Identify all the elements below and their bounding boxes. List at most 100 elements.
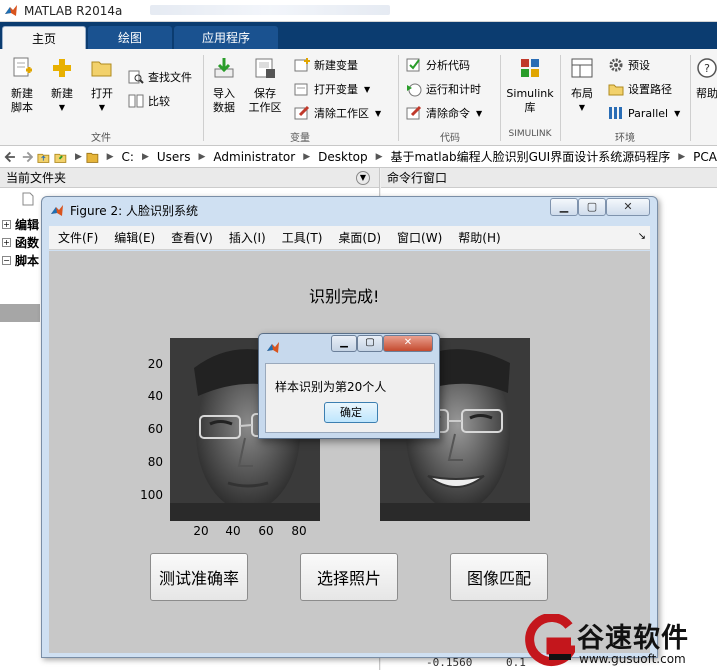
address-bar[interactable]: ▶ ▶ C: ▶ Users ▶ Administrator ▶ Desktop… bbox=[0, 146, 717, 168]
tree-item[interactable]: + 函数 bbox=[2, 234, 39, 251]
dialog-body: 样本识别为第20个人 确定 bbox=[265, 363, 435, 433]
clear-workspace-icon bbox=[294, 105, 310, 120]
new-button[interactable]: 新建 ▼ bbox=[46, 57, 78, 115]
current-folder-header: 当前文件夹 ▼ bbox=[0, 168, 379, 188]
new-variable-button[interactable]: 新建变量 bbox=[294, 55, 358, 75]
figure-canvas: 识别完成! 20 40 60 80 100 20 40 60 80 测试准确率 … bbox=[49, 251, 650, 653]
menu-help[interactable]: 帮助(H) bbox=[458, 229, 500, 246]
tab-home[interactable]: 主页 bbox=[2, 26, 86, 49]
plus-icon bbox=[53, 59, 71, 77]
simulink-group-label: SIMULINK bbox=[508, 129, 552, 139]
open-button[interactable]: 打开 ▼ bbox=[86, 57, 118, 115]
new-script-button[interactable]: 新建 脚本 bbox=[6, 57, 38, 115]
run-and-time-button[interactable]: 运行和计时 bbox=[406, 79, 481, 99]
help-icon: ? bbox=[697, 58, 717, 78]
figure-menubar: 文件(F) 编辑(E) 查看(V) 插入(I) 工具(T) 桌面(D) 窗口(W… bbox=[49, 226, 650, 250]
minimize-button[interactable]: ▁ bbox=[550, 198, 578, 216]
simulink-library-icon bbox=[521, 59, 539, 77]
watermark-name: 谷速软件 bbox=[577, 623, 689, 654]
preferences-button[interactable]: 预设 bbox=[608, 55, 650, 75]
parallel-button[interactable]: Parallel ▼ bbox=[608, 103, 680, 123]
menu-file[interactable]: 文件(F) bbox=[58, 229, 98, 246]
file-icon bbox=[22, 192, 34, 206]
chevron-down-icon: ▼ bbox=[674, 108, 681, 118]
path-segment[interactable]: Users bbox=[157, 150, 191, 164]
clear-workspace-button[interactable]: 清除工作区 ▼ bbox=[294, 103, 381, 123]
close-button[interactable]: ✕ bbox=[606, 198, 650, 216]
expand-icon[interactable]: + bbox=[2, 220, 11, 229]
import-data-button[interactable]: 导入 数据 bbox=[208, 57, 240, 115]
clear-commands-button[interactable]: 清除命令 ▼ bbox=[406, 103, 482, 123]
menu-insert[interactable]: 插入(I) bbox=[229, 229, 266, 246]
matlab-titlebar: MATLAB R2014a bbox=[0, 0, 717, 22]
maximize-button[interactable]: ▢ bbox=[357, 335, 383, 352]
simulink-library-button[interactable]: Simulink 库 bbox=[504, 57, 556, 115]
set-path-button[interactable]: 设置路径 bbox=[608, 79, 672, 99]
tab-plots[interactable]: 绘图 bbox=[88, 26, 172, 49]
menu-edit[interactable]: 编辑(E) bbox=[114, 229, 155, 246]
y-tick-label: 20 bbox=[147, 357, 163, 371]
help-button[interactable]: ? 帮助 bbox=[694, 57, 717, 101]
path-segment[interactable]: Desktop bbox=[318, 150, 368, 164]
path-segment[interactable]: C: bbox=[122, 150, 134, 164]
panel-menu-icon[interactable]: ▼ bbox=[356, 171, 370, 185]
set-path-icon bbox=[608, 84, 624, 96]
browse-folder-icon[interactable] bbox=[54, 150, 67, 164]
y-tick-label: 40 bbox=[147, 389, 163, 403]
chevron-down-icon: ▼ bbox=[98, 103, 106, 112]
environment-group-label: 环境 bbox=[615, 133, 635, 144]
menu-desktop[interactable]: 桌面(D) bbox=[338, 229, 381, 246]
message-dialog[interactable]: ▁ ▢ ✕ 样本识别为第20个人 确定 bbox=[258, 333, 440, 439]
back-arrow-icon[interactable] bbox=[4, 150, 17, 164]
matlab-logo-icon bbox=[5, 4, 17, 16]
import-data-icon bbox=[214, 58, 234, 78]
save-workspace-button[interactable]: 保存 工作区 bbox=[246, 57, 284, 115]
tree-item[interactable]: + 编辑 bbox=[2, 216, 39, 233]
image-match-button[interactable]: 图像匹配 bbox=[450, 553, 548, 601]
matlab-logo-icon bbox=[267, 342, 279, 353]
current-folder-title: 当前文件夹 bbox=[6, 171, 67, 185]
gear-icon bbox=[609, 58, 623, 72]
select-photo-button[interactable]: 选择照片 bbox=[300, 553, 398, 601]
path-segment[interactable]: Administrator bbox=[213, 150, 295, 164]
analyze-code-button[interactable]: 分析代码 bbox=[406, 55, 470, 75]
selected-row[interactable] bbox=[0, 304, 40, 322]
open-variable-button[interactable]: 打开变量 ▼ bbox=[294, 79, 370, 99]
file-group-label: 文件 bbox=[91, 133, 111, 144]
status-text: 识别完成! bbox=[309, 287, 380, 306]
compare-icon bbox=[128, 94, 144, 108]
layout-button[interactable]: 布局 ▼ bbox=[566, 57, 598, 115]
close-button[interactable]: ✕ bbox=[383, 335, 433, 352]
menu-window[interactable]: 窗口(W) bbox=[397, 229, 442, 246]
watermark-url: www.gusuoft.com bbox=[579, 652, 686, 666]
folder-icon bbox=[86, 152, 99, 163]
ok-button[interactable]: 确定 bbox=[324, 402, 378, 423]
y-tick-label: 100 bbox=[140, 488, 163, 502]
ribbon: 新建 脚本 新建 ▼ 打开 ▼ 查找文件 比较 文件 导入 数据 保存 工作区 … bbox=[0, 49, 717, 146]
path-segment[interactable]: 基于matlab编程人脸识别GUI界面设计系统源码程序 bbox=[391, 148, 671, 165]
find-files-button[interactable]: 查找文件 bbox=[128, 67, 192, 87]
test-accuracy-button[interactable]: 测试准确率 bbox=[150, 553, 248, 601]
forward-arrow-icon[interactable] bbox=[21, 150, 34, 164]
code-group-label: 代码 bbox=[440, 133, 460, 144]
expand-toolbar-icon[interactable]: ↘ bbox=[638, 231, 646, 242]
folder-icon bbox=[91, 61, 112, 77]
minimize-button[interactable]: ▁ bbox=[331, 335, 357, 352]
new-variable-icon bbox=[294, 58, 310, 72]
tree-item[interactable]: − 脚本 bbox=[2, 252, 39, 269]
collapse-icon[interactable]: − bbox=[2, 256, 11, 265]
path-segment[interactable]: PCA bbox=[693, 150, 717, 164]
tab-apps[interactable]: 应用程序 bbox=[174, 26, 278, 49]
menu-tools[interactable]: 工具(T) bbox=[282, 229, 323, 246]
variable-group-label: 变量 bbox=[290, 133, 310, 144]
y-tick-label: 60 bbox=[147, 422, 163, 436]
figure-title: Figure 2: 人脸识别系统 bbox=[70, 204, 198, 218]
menu-view[interactable]: 查看(V) bbox=[171, 229, 213, 246]
expand-icon[interactable]: + bbox=[2, 238, 11, 247]
x-tick-label: 40 bbox=[225, 524, 241, 538]
x-tick-label: 20 bbox=[193, 524, 209, 538]
compare-button[interactable]: 比较 bbox=[128, 91, 170, 111]
up-folder-icon[interactable] bbox=[37, 150, 50, 164]
maximize-button[interactable]: ▢ bbox=[578, 198, 606, 216]
chevron-down-icon: ▼ bbox=[578, 103, 586, 112]
